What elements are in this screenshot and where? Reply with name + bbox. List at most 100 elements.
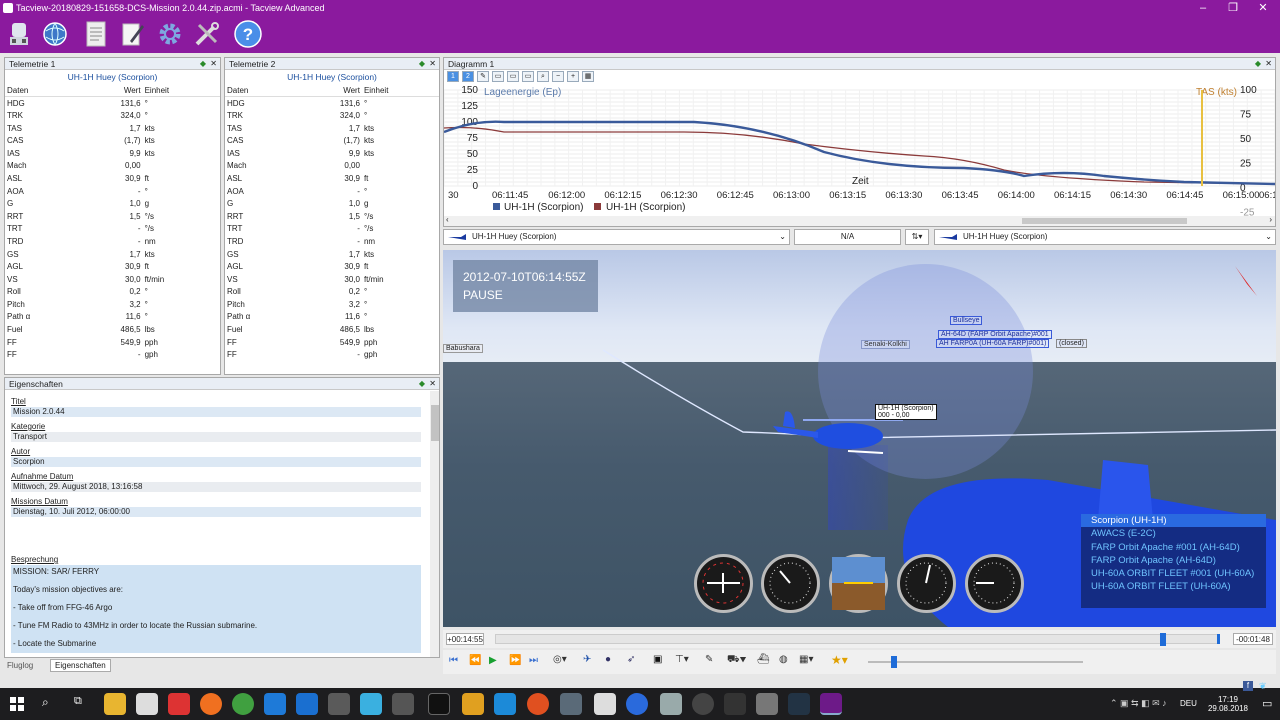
- table-row[interactable]: TRT - °/s: [5, 223, 220, 236]
- table-row[interactable]: Mach 0,00: [225, 160, 439, 173]
- close-panel-button[interactable]: ✕: [1265, 58, 1272, 70]
- table-row[interactable]: Path α 11,6 °: [5, 311, 220, 324]
- right-object-dropdown[interactable]: UH-1H Huey (Scorpion) ⌄: [934, 229, 1276, 245]
- pin-icon[interactable]: ◆: [1255, 58, 1261, 70]
- table-row[interactable]: TRK 324,0 °: [5, 109, 220, 122]
- properties-scrollbar[interactable]: [430, 391, 439, 657]
- heli-label[interactable]: UH-1H (Scorpion) 000 - 0,00: [875, 404, 937, 420]
- task-view-icon[interactable]: ⧉: [74, 695, 82, 708]
- globe-icon[interactable]: [40, 19, 70, 49]
- table-row[interactable]: Path α 11,6 °: [225, 311, 439, 324]
- swap-button[interactable]: ⇅▾: [905, 229, 929, 245]
- tools-icon[interactable]: [192, 19, 222, 49]
- vehicle-icon[interactable]: ⛟▾: [727, 654, 746, 667]
- app-icon-4[interactable]: [428, 693, 450, 715]
- table-row[interactable]: GS 1,7 kts: [5, 248, 220, 261]
- app-icon-13[interactable]: [724, 693, 746, 715]
- column-header[interactable]: Daten: [225, 84, 324, 98]
- table-row[interactable]: Fuel 486,5 lbs: [5, 323, 220, 336]
- table-row[interactable]: AOA - °: [225, 185, 439, 198]
- pin-icon[interactable]: ◆: [419, 58, 425, 70]
- layout3-icon[interactable]: ▭: [522, 71, 534, 83]
- layout2-icon[interactable]: ▭: [507, 71, 519, 83]
- table-row[interactable]: RRT 1,5 °/s: [5, 210, 220, 223]
- aircraft-view-icon[interactable]: ✈: [583, 654, 591, 665]
- diagram-hscroll[interactable]: ‹ ›: [444, 215, 1275, 226]
- explorer-icon[interactable]: [104, 693, 126, 715]
- app-icon-9[interactable]: [594, 693, 616, 715]
- table-row[interactable]: VS 30,0 ft/min: [225, 273, 439, 286]
- tacview-taskbar-icon[interactable]: [820, 693, 842, 715]
- table-row[interactable]: CAS (1,7) kts: [5, 134, 220, 147]
- column-header[interactable]: Einheit: [142, 84, 220, 98]
- app-icon-3[interactable]: [392, 693, 414, 715]
- table-row[interactable]: TAS 1,7 kts: [5, 122, 220, 135]
- tray-icons[interactable]: ⌃ ▣ ⇆ ◧ ✉ ♪: [1110, 698, 1167, 709]
- globe-view-icon[interactable]: ●: [605, 654, 611, 665]
- chrome-icon[interactable]: [232, 693, 254, 715]
- app-icon-1[interactable]: [328, 693, 350, 715]
- object-list-item[interactable]: AWACS (E-2C): [1081, 527, 1266, 540]
- pin-icon[interactable]: ◆: [200, 58, 206, 70]
- zoom-in-icon[interactable]: +: [567, 71, 579, 83]
- camera-mode-icon[interactable]: ◎▾: [553, 654, 567, 665]
- app-icon-6[interactable]: [494, 693, 516, 715]
- windows-start-icon[interactable]: [10, 697, 24, 711]
- table-row[interactable]: ASL 30,9 ft: [5, 172, 220, 185]
- bullseye-label[interactable]: Bullseye: [950, 316, 983, 325]
- pin-icon[interactable]: ◆: [419, 378, 425, 390]
- property-value[interactable]: Transport: [11, 432, 421, 442]
- table-row[interactable]: Mach 0,00: [5, 160, 220, 173]
- table-row[interactable]: RRT 1,5 °/s: [225, 210, 439, 223]
- cockpit-icon[interactable]: ▣: [653, 654, 662, 665]
- table-row[interactable]: CAS (1,7) kts: [225, 134, 439, 147]
- bookmark-star-icon[interactable]: ★▾: [831, 653, 848, 667]
- table-row[interactable]: Pitch 3,2 °: [5, 298, 220, 311]
- app-icon-12[interactable]: [692, 693, 714, 715]
- object-list-item[interactable]: Scorpion (UH-1H): [1081, 514, 1266, 528]
- property-value[interactable]: Dienstag, 10. Juli 2012, 06:00:00: [11, 507, 421, 517]
- column-header[interactable]: Einheit: [361, 84, 439, 98]
- close-button[interactable]: ✕: [1248, 1, 1278, 16]
- fast-forward-icon[interactable]: ⏩: [509, 655, 521, 666]
- table-row[interactable]: AGL 30,9 ft: [225, 260, 439, 273]
- office-icon[interactable]: [168, 693, 190, 715]
- app-icon-10[interactable]: [626, 693, 648, 715]
- rewind-icon[interactable]: ⏪: [469, 655, 481, 666]
- table-row[interactable]: Roll 0,2 °: [5, 286, 220, 299]
- table-row[interactable]: G 1,0 g: [5, 197, 220, 210]
- app-icon-15[interactable]: [788, 693, 810, 715]
- maximize-button[interactable]: ❐: [1218, 1, 1248, 16]
- scroll-left-icon[interactable]: ‹: [446, 215, 449, 224]
- scrollbar-thumb[interactable]: [1022, 218, 1187, 224]
- close-panel-button[interactable]: ✕: [429, 58, 436, 70]
- ruler-icon[interactable]: ✎: [705, 654, 713, 665]
- table-row[interactable]: Pitch 3,2 °: [225, 298, 439, 311]
- scrollbar-thumb[interactable]: [431, 405, 439, 441]
- language-indicator[interactable]: DEU: [1180, 699, 1197, 708]
- help-icon[interactable]: ?: [233, 19, 263, 49]
- app-icon-11[interactable]: [660, 693, 682, 715]
- tab-eigenschaften[interactable]: Eigenschaften: [50, 659, 111, 672]
- table-row[interactable]: TRD - nm: [5, 235, 220, 248]
- object-list-item[interactable]: FARP Orbit Apache (AH-64D): [1081, 554, 1266, 567]
- table-row[interactable]: G 1,0 g: [225, 197, 439, 210]
- facebook-icon[interactable]: f: [1243, 681, 1253, 691]
- ship-icon[interactable]: ⛴: [757, 654, 770, 665]
- table-row[interactable]: AOA - °: [5, 185, 220, 198]
- table-row[interactable]: FF - gph: [5, 348, 220, 361]
- wand-icon[interactable]: ✎: [477, 71, 489, 83]
- flight-recorder-icon[interactable]: [4, 19, 34, 49]
- table-row[interactable]: FF - gph: [225, 348, 439, 361]
- timeline-thumb[interactable]: [1160, 633, 1166, 646]
- twitter-icon[interactable]: ❦: [1259, 681, 1267, 692]
- edge-icon[interactable]: [264, 693, 286, 715]
- timeline-track[interactable]: [495, 633, 1220, 646]
- left-object-dropdown[interactable]: UH-1H Huey (Scorpion) ⌄: [443, 229, 790, 245]
- chart1-button[interactable]: 1: [447, 71, 459, 83]
- gear-icon[interactable]: [155, 19, 185, 49]
- table-row[interactable]: HDG 131,6 °: [225, 97, 439, 110]
- object-list-item[interactable]: UH-60A ORBIT FLEET (UH-60A): [1081, 580, 1266, 593]
- table-row[interactable]: AGL 30,9 ft: [5, 260, 220, 273]
- terrain-icon[interactable]: ◍: [779, 654, 788, 665]
